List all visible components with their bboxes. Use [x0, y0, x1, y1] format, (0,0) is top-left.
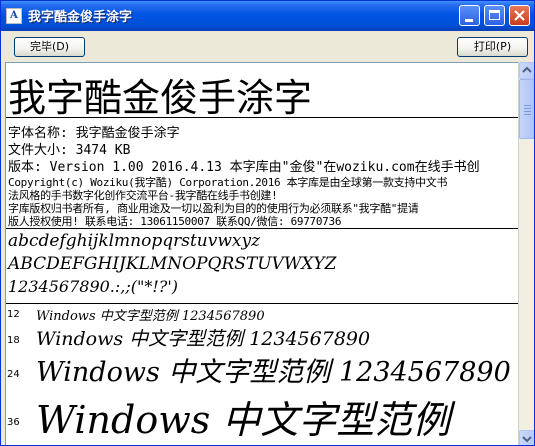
- sample-text: Windows 中文字型范例 1234567890: [36, 357, 511, 388]
- scroll-down-button[interactable]: [519, 430, 534, 445]
- digit-glyphs: 1234567890.:,;("*!?'): [8, 277, 178, 296]
- print-button[interactable]: 打印(P): [457, 37, 528, 57]
- contact-line: 版人授权使用! 联系电话: 13061150007 联系QQ/微信: 69770…: [8, 215, 342, 228]
- sample-text: Windows 中文字型范例 1234567890: [36, 328, 371, 350]
- minimize-icon: [465, 19, 473, 22]
- arrow-down-icon: [522, 436, 532, 443]
- scroll-up-button[interactable]: [519, 62, 534, 79]
- close-button[interactable]: [509, 5, 530, 26]
- sample-text: Windows 中文字型范例 1234567890: [36, 309, 265, 324]
- uppercase-glyphs: ABCDEFGHIJKLMNOPQRSTUVWXYZ: [8, 254, 337, 274]
- minimize-button[interactable]: [459, 5, 480, 26]
- size-label: 18: [7, 335, 20, 346]
- close-icon: [514, 10, 525, 21]
- done-button[interactable]: 完毕(D): [14, 37, 85, 57]
- maximize-icon: [489, 10, 500, 20]
- version-line: 版本: Version 1.00 2016.4.13 本字库由"金俊"在wozi…: [8, 160, 480, 175]
- title-bar[interactable]: A 我字酷金俊手涂字: [1, 1, 534, 31]
- toolbar: 完毕(D) 打印(P): [5, 31, 532, 62]
- window-title: 我字酷金俊手涂字: [28, 10, 133, 25]
- font-heading: 我字酷金俊手涂字: [8, 76, 313, 120]
- maximize-button[interactable]: [484, 5, 505, 26]
- arrow-up-icon: [522, 66, 532, 73]
- font-preview-pane: 我字酷金俊手涂字 字体名称: 我字酷金俊手涂字 文件大小: 3474 KB 版本…: [5, 62, 519, 445]
- size-label: 12: [7, 309, 20, 320]
- divider: [6, 228, 519, 229]
- size-label: 36: [7, 417, 20, 428]
- lowercase-glyphs: abcdefghijklmnopqrstuvwxyz: [8, 231, 261, 251]
- font-file-icon: A: [6, 8, 22, 24]
- vertical-scrollbar[interactable]: [518, 62, 534, 445]
- font-viewer-window: A 我字酷金俊手涂字 完毕(D) 打印(P) 我字酷金俊手涂字 字体名称: 我字…: [0, 0, 535, 446]
- divider: [6, 117, 519, 118]
- size-label: 24: [7, 369, 20, 380]
- divider: [6, 303, 519, 304]
- scroll-thumb[interactable]: [519, 79, 534, 139]
- sample-text: Windows 中文字型范例: [36, 398, 451, 442]
